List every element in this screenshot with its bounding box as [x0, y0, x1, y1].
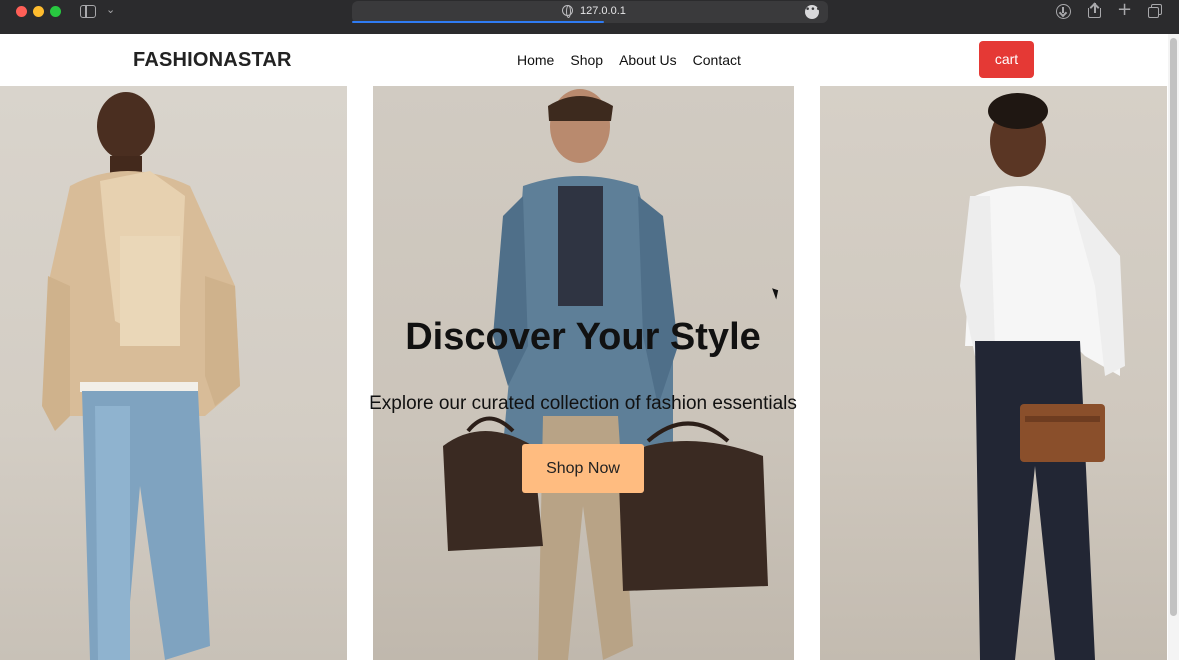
cart-button[interactable]: cart: [979, 41, 1034, 78]
brand-logo[interactable]: FASHIONASTAR: [133, 49, 292, 72]
main-nav: Home Shop About Us Contact: [517, 52, 757, 68]
nav-about-us[interactable]: About Us: [619, 52, 677, 68]
close-window-icon[interactable]: [16, 6, 27, 17]
site-header: FASHIONASTAR Home Shop About Us Contact …: [0, 34, 1168, 86]
page-menu-icon[interactable]: •••: [805, 5, 821, 19]
download-icon[interactable]: [1056, 4, 1071, 19]
nav-shop[interactable]: Shop: [570, 52, 603, 68]
share-icon[interactable]: [1088, 2, 1101, 18]
chevron-down-icon[interactable]: ⌄: [106, 3, 115, 16]
url-text[interactable]: 127.0.0.1: [580, 5, 626, 17]
page-scrollbar[interactable]: [1168, 34, 1179, 660]
zoom-window-icon[interactable]: [50, 6, 61, 17]
nav-contact[interactable]: Contact: [693, 52, 741, 68]
page-load-progress: [352, 21, 604, 23]
minimize-window-icon[interactable]: [33, 6, 44, 17]
browser-toolbar: ⌄ 127.0.0.1 ••• +: [0, 0, 1179, 34]
hero-overlay: Discover Your Style Explore our curated …: [0, 86, 1168, 660]
sidebar-toggle-icon[interactable]: [80, 5, 96, 18]
hero-subtitle: Explore our curated collection of fashio…: [369, 393, 797, 414]
tab-overview-icon[interactable]: [1148, 4, 1162, 18]
scrollbar-thumb[interactable]: [1170, 38, 1177, 616]
shop-now-button[interactable]: Shop Now: [522, 444, 644, 493]
hero-section: Discover Your Style Explore our curated …: [0, 86, 1168, 660]
hero-title: Discover Your Style: [405, 316, 761, 358]
new-tab-icon[interactable]: +: [1117, 1, 1132, 19]
nav-home[interactable]: Home: [517, 52, 554, 68]
globe-icon: [562, 5, 573, 18]
